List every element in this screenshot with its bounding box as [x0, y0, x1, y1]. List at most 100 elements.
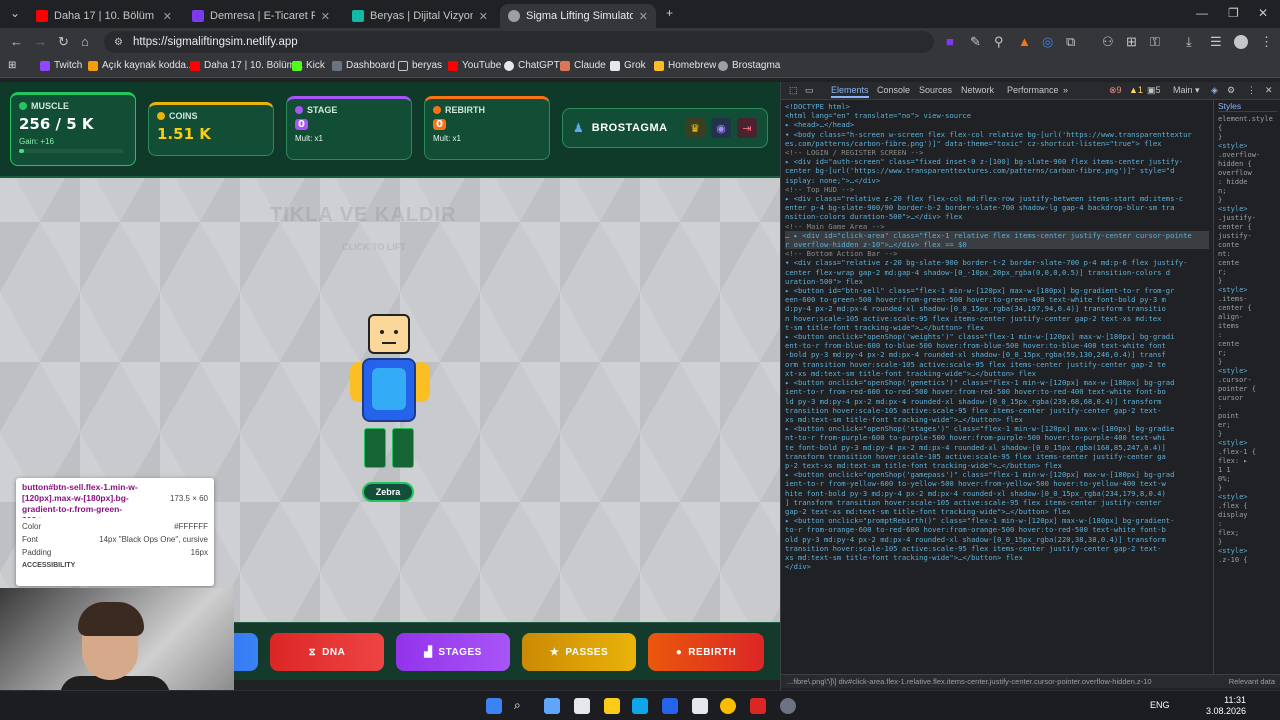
menu-icon[interactable]: ⋮ — [1260, 34, 1273, 50]
styles-pane[interactable]: Styles element.style {} <style> .overflow-… — [1213, 100, 1280, 674]
dom-node-line[interactable]: transition hover:scale-105 active:scale-… — [785, 406, 1209, 415]
tab-sources[interactable]: Sources — [919, 85, 952, 95]
app-icon[interactable] — [750, 698, 766, 714]
dom-node-line[interactable]: ▾ <div class="relative z-20 bg-slate-900… — [785, 258, 1209, 267]
key-icon[interactable]: ⚿ — [1150, 34, 1160, 50]
dom-node-line[interactable]: <!-- Main Game Area --> — [785, 222, 1209, 231]
explorer-icon[interactable] — [604, 698, 620, 714]
tab-search-icon[interactable]: ⌄ — [10, 6, 20, 20]
avatar[interactable] — [1234, 35, 1248, 49]
dom-node-line[interactable]: t-sm title-font tracking-wide">…</button… — [785, 323, 1209, 332]
dom-node-line[interactable]: ▾ <body class="h-screen w-screen flex fl… — [785, 130, 1209, 139]
dom-node-line[interactable]: orm transition hover:scale-105 active:sc… — [785, 360, 1209, 369]
bookmark-youtube[interactable]: YouTube — [448, 60, 501, 71]
widgets-icon[interactable] — [544, 698, 560, 714]
relevant-data[interactable]: Relevant data — [1228, 677, 1275, 686]
download-icon[interactable]: ⤓ — [1186, 34, 1192, 50]
dom-node-line[interactable]: center flex-wrap gap-2 md:gap-4 shadow-[… — [785, 268, 1209, 277]
stages-button[interactable]: ▟ STAGES — [396, 633, 510, 671]
edge-icon[interactable] — [632, 698, 648, 714]
back-icon[interactable]: ← — [10, 34, 23, 50]
elements-tree[interactable]: <!DOCTYPE html> <html lang="en" translate… — [781, 100, 1213, 674]
dom-node-line[interactable]: </div> — [785, 562, 1209, 571]
bookmark-dashboard[interactable]: Dashboard — [332, 60, 395, 71]
dom-node-line[interactable]: es.com/patterns/carbon-fibre.png')]" dat… — [785, 139, 1209, 148]
dom-node-line[interactable]: isplay: none;">…</div> — [785, 176, 1209, 185]
forward-icon[interactable]: → — [34, 34, 47, 50]
styles-tab[interactable]: Styles — [1218, 102, 1277, 112]
close-devtools-icon[interactable]: ✕ — [1265, 85, 1273, 96]
cast-icon[interactable]: ⚇ — [1102, 34, 1114, 50]
chrome-icon[interactable] — [720, 698, 736, 714]
tab-sigma[interactable]: Sigma Lifting Simulator ✕ — [500, 4, 656, 28]
bookmark-daha17[interactable]: Daha 17 | 10. Bölüm... — [190, 60, 303, 71]
dom-node-line[interactable]: <html lang="en" translate="no"> view-sou… — [785, 111, 1209, 120]
bookmark-twitch[interactable]: Twitch — [40, 60, 82, 71]
home-icon[interactable]: ⌂ — [81, 34, 89, 50]
vscode-icon[interactable] — [662, 698, 678, 714]
reading-list-icon[interactable]: ☰ — [1210, 34, 1222, 50]
dom-node-line[interactable]: … ▸ <div id="click-area" class="flex-1 r… — [785, 230, 1209, 241]
dom-node-line[interactable]: ▸ <button onclick="promptRebirth()" clas… — [785, 516, 1209, 525]
tab-network[interactable]: Network — [961, 85, 994, 95]
character[interactable]: Zebra — [348, 314, 432, 504]
language-indicator[interactable]: ENG — [1150, 700, 1170, 710]
search-icon[interactable]: ⌕ — [514, 698, 530, 714]
trophy-icon[interactable]: ♛ — [685, 118, 705, 138]
minimize-icon[interactable]: — — [1196, 6, 1208, 20]
tab-youtube[interactable]: Daha 17 | 10. Bölüm - YouTube✕ — [28, 4, 180, 28]
reload-icon[interactable]: ↻ — [58, 34, 69, 50]
apps-icon[interactable]: ⊞ — [1126, 34, 1137, 50]
bookmark-homebrew[interactable]: Homebrew — [654, 60, 716, 71]
dom-node-line[interactable]: ▸ <button id="btn-sell" class="flex-1 mi… — [785, 286, 1209, 295]
dom-node-line[interactable]: ent-to-r from-blue-600 to-blue-500 hover… — [785, 341, 1209, 350]
dom-node-line[interactable]: ] transform transition hover:scale-105 a… — [785, 498, 1209, 507]
dom-node-line[interactable]: een-600 to-green-500 hover:from-green-50… — [785, 295, 1209, 304]
more-tabs-icon[interactable]: » — [1063, 85, 1068, 95]
tab-demresa[interactable]: Demresa | E-Ticaret Paketleri &✕ — [184, 4, 338, 28]
app-icon[interactable] — [780, 698, 796, 714]
dom-node-line[interactable]: r overflow-hidden z-10">…</div> flex == … — [785, 240, 1209, 250]
passes-button[interactable]: ★ PASSES — [522, 633, 636, 671]
dom-node-line[interactable]: p-2 text-xs md:text-sm title-font tracki… — [785, 461, 1209, 470]
dom-node-line[interactable]: ▸ <head>…</head> — [785, 120, 1209, 129]
dom-node-line[interactable]: xs md:text-sm title-font tracking-wide">… — [785, 553, 1209, 562]
bookmark-kick[interactable]: Kick — [292, 60, 325, 71]
inspect-icon[interactable]: ⬚ — [789, 85, 798, 96]
error-count[interactable]: ⊗9 — [1109, 85, 1122, 96]
bookmark-beryas[interactable]: beryas — [398, 60, 442, 71]
dom-node-line[interactable]: ▸ <div class="relative z-20 flex flex-co… — [785, 194, 1209, 203]
close-icon[interactable]: ✕ — [163, 10, 172, 23]
tab-performance[interactable]: Performance — [1007, 85, 1059, 95]
dom-node-line[interactable]: transform transition hover:scale-105 act… — [785, 452, 1209, 461]
bookmark-acik-kaynak[interactable]: Açık kaynak kodda... — [88, 60, 194, 71]
eyedropper-icon[interactable]: ⚲ — [994, 34, 1004, 50]
warning-count[interactable]: ▲1 — [1129, 85, 1143, 95]
windows-start-icon[interactable] — [486, 698, 502, 714]
bookmark-grok[interactable]: Grok — [610, 60, 646, 71]
dom-node-line[interactable]: to-r from-orange-600 to-red-600 hover:fr… — [785, 525, 1209, 534]
device-icon[interactable]: ▭ — [805, 85, 814, 96]
dom-node-line[interactable]: <!-- LOGIN / REGISTER SCREEN --> — [785, 148, 1209, 157]
dom-node-line[interactable]: -bold py-3 md:py-4 px-2 md:px-4 rounded-… — [785, 350, 1209, 359]
new-tab-icon[interactable]: + — [666, 6, 673, 20]
dom-node-line[interactable]: old py-3 md:py-4 px-2 md:px-4 rounded-xl… — [785, 535, 1209, 544]
bookmark-chatgpt[interactable]: ChatGPT — [504, 60, 560, 71]
close-icon[interactable]: ✕ — [321, 10, 330, 23]
dom-node-line[interactable]: ld py-3 md:py-4 px-2 md:px-4 rounded-xl … — [785, 397, 1209, 406]
close-icon[interactable]: ✕ — [639, 10, 648, 23]
extension-icon[interactable]: ▲ — [1018, 34, 1031, 50]
dna-button[interactable]: ⧖ DNA — [270, 633, 384, 671]
rebirth-button[interactable]: ● REBIRTH — [648, 633, 764, 671]
dom-node-line[interactable]: n hover:scale-105 active:scale-95 flex i… — [785, 314, 1209, 323]
extension-icon[interactable]: ■ — [946, 34, 954, 50]
dom-node-line[interactable]: nt-to-r from-purple-600 to-purple-500 ho… — [785, 433, 1209, 442]
dom-node-line[interactable]: ient-to-r from-yellow-600 to-yellow-500 … — [785, 479, 1209, 488]
more-icon[interactable]: ⋮ — [1247, 85, 1256, 96]
tab-console[interactable]: Console — [877, 85, 910, 95]
tab-elements[interactable]: Elements — [831, 85, 869, 98]
pen-icon[interactable]: ✎ — [970, 34, 981, 50]
window-close-icon[interactable]: ✕ — [1258, 6, 1268, 20]
dom-node-line[interactable]: hite font-bold py-3 md:py-4 px-2 md:px-4… — [785, 489, 1209, 498]
dom-node-line[interactable]: uration-500"> flex — [785, 277, 1209, 286]
